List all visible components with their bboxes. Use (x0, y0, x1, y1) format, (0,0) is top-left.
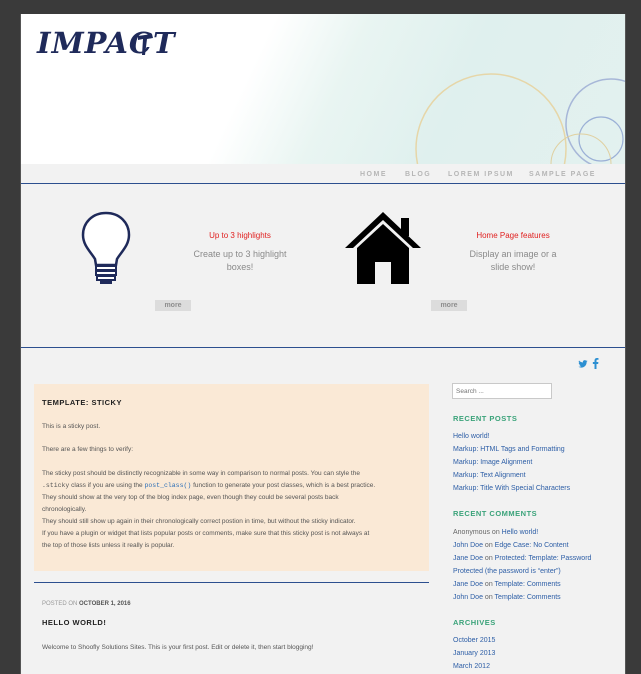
highlight-description: Display an image or a slide show! (469, 249, 557, 272)
nav-divider (21, 183, 625, 184)
archive-link[interactable]: January 2013 (453, 650, 495, 657)
lightbulb-icon (81, 211, 131, 284)
main-nav: HOME BLOG LOREM IPSUM SAMPLE PAGE (21, 164, 625, 182)
inline-code: .sticky (42, 482, 70, 489)
more-button[interactable]: more (155, 300, 191, 311)
twitter-icon[interactable] (578, 359, 588, 369)
post-excerpt: Welcome to Shoofly Solutions Sites. This… (42, 644, 314, 651)
recent-posts-heading: RECENT POSTS (453, 414, 518, 423)
sticky-post: TEMPLATE: STICKY This is a sticky post. … (34, 384, 429, 571)
house-icon (345, 212, 421, 284)
highlight-description: Create up to 3 highlight boxes! (193, 249, 287, 272)
post-title[interactable]: HELLO WORLD! (42, 618, 106, 627)
recent-post-link[interactable]: Markup: Title With Special Characters (453, 485, 570, 492)
nav-item-lorem-ipsum[interactable]: LOREM IPSUM (448, 171, 514, 178)
post-divider (34, 582, 429, 583)
search-input[interactable] (452, 383, 552, 399)
highlight-title: Home Page features (476, 231, 550, 240)
post-paragraph: This is a sticky post. (42, 423, 101, 430)
archive-link[interactable]: October 2015 (453, 637, 495, 644)
nav-item-home[interactable]: HOME (360, 171, 387, 178)
recent-comment: Jane Doe on Protected: Template: Passwor… (453, 555, 592, 562)
facebook-icon[interactable] (592, 358, 599, 369)
site-header: IMPACT (21, 14, 625, 164)
recent-post-link[interactable]: Markup: HTML Tags and Formatting (453, 446, 565, 453)
browser-page: IMPACT HOME BLOG LOREM IPSUM SAMPLE PAGE… (20, 14, 626, 674)
archives-heading: ARCHIVES (453, 618, 496, 627)
nav-item-blog[interactable]: BLOG (405, 171, 431, 178)
comment-post-link[interactable]: Edge Case: No Content (495, 542, 569, 549)
recent-post-link[interactable]: Markup: Image Alignment (453, 459, 532, 466)
post-meta: POSTED ON OCTOBER 1, 2016 (42, 601, 131, 607)
comment-post-link[interactable]: Protected (the password is “enter”) (453, 568, 561, 575)
post-paragraph: The sticky post should be distinctly rec… (42, 470, 376, 549)
more-button[interactable]: more (431, 300, 467, 311)
post-class-link[interactable]: post_class() (144, 482, 191, 489)
comment-post-link[interactable]: Template: Comments (495, 581, 561, 588)
recent-comment: John Doe on Template: Comments (453, 594, 561, 601)
recent-post-link[interactable]: Markup: Text Alignment (453, 472, 526, 479)
post-date[interactable]: OCTOBER 1, 2016 (79, 601, 131, 607)
hammer-icon (138, 34, 153, 55)
post-paragraph: There are a few things to verify: (42, 446, 134, 453)
recent-post-link[interactable]: Hello world! (453, 433, 490, 440)
highlights-divider (21, 347, 625, 348)
nav-item-sample-page[interactable]: SAMPLE PAGE (529, 171, 596, 178)
recent-comment: John Doe on Edge Case: No Content (453, 542, 569, 549)
comment-post-link[interactable]: Protected: Template: Password (495, 555, 592, 562)
recent-comment: Jane Doe on Template: Comments (453, 581, 561, 588)
recent-comments-heading: RECENT COMMENTS (453, 509, 538, 518)
highlight-title: Up to 3 highlights (209, 231, 271, 240)
comment-post-link[interactable]: Template: Comments (495, 594, 561, 601)
comment-post-link[interactable]: Hello world! (502, 529, 539, 536)
recent-comment: Anonymous on Hello world! (453, 529, 539, 536)
post-title[interactable]: TEMPLATE: STICKY (42, 398, 122, 407)
